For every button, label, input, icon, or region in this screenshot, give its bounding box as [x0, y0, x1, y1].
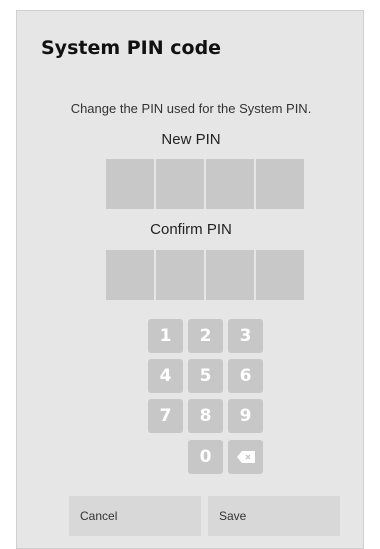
confirm-pin-label: Confirm PIN [150, 221, 232, 238]
backspace-button[interactable] [228, 440, 263, 474]
new-pin-input[interactable] [106, 159, 306, 209]
save-button[interactable]: Save [208, 496, 340, 536]
system-pin-dialog: System PIN code Change the PIN used for … [16, 10, 364, 549]
key-9[interactable]: 9 [228, 399, 263, 433]
confirm-pin-input[interactable] [106, 250, 306, 300]
key-1[interactable]: 1 [148, 319, 183, 353]
dialog-description: Change the PIN used for the System PIN. [70, 101, 312, 116]
key-0[interactable]: 0 [188, 440, 223, 474]
new-pin-digit-1[interactable] [106, 159, 154, 209]
backspace-icon [236, 451, 255, 463]
confirm-pin-digit-3[interactable] [206, 250, 254, 300]
key-8[interactable]: 8 [188, 399, 223, 433]
dialog-title: System PIN code [41, 37, 222, 59]
key-4[interactable]: 4 [148, 359, 183, 393]
confirm-pin-digit-1[interactable] [106, 250, 154, 300]
cancel-button[interactable]: Cancel [69, 496, 201, 536]
key-7[interactable]: 7 [148, 399, 183, 433]
confirm-pin-digit-4[interactable] [256, 250, 304, 300]
key-6[interactable]: 6 [228, 359, 263, 393]
new-pin-digit-2[interactable] [156, 159, 204, 209]
new-pin-label: New PIN [161, 131, 221, 148]
key-3[interactable]: 3 [228, 319, 263, 353]
new-pin-digit-4[interactable] [256, 159, 304, 209]
key-5[interactable]: 5 [188, 359, 223, 393]
new-pin-digit-3[interactable] [206, 159, 254, 209]
confirm-pin-digit-2[interactable] [156, 250, 204, 300]
key-2[interactable]: 2 [188, 319, 223, 353]
